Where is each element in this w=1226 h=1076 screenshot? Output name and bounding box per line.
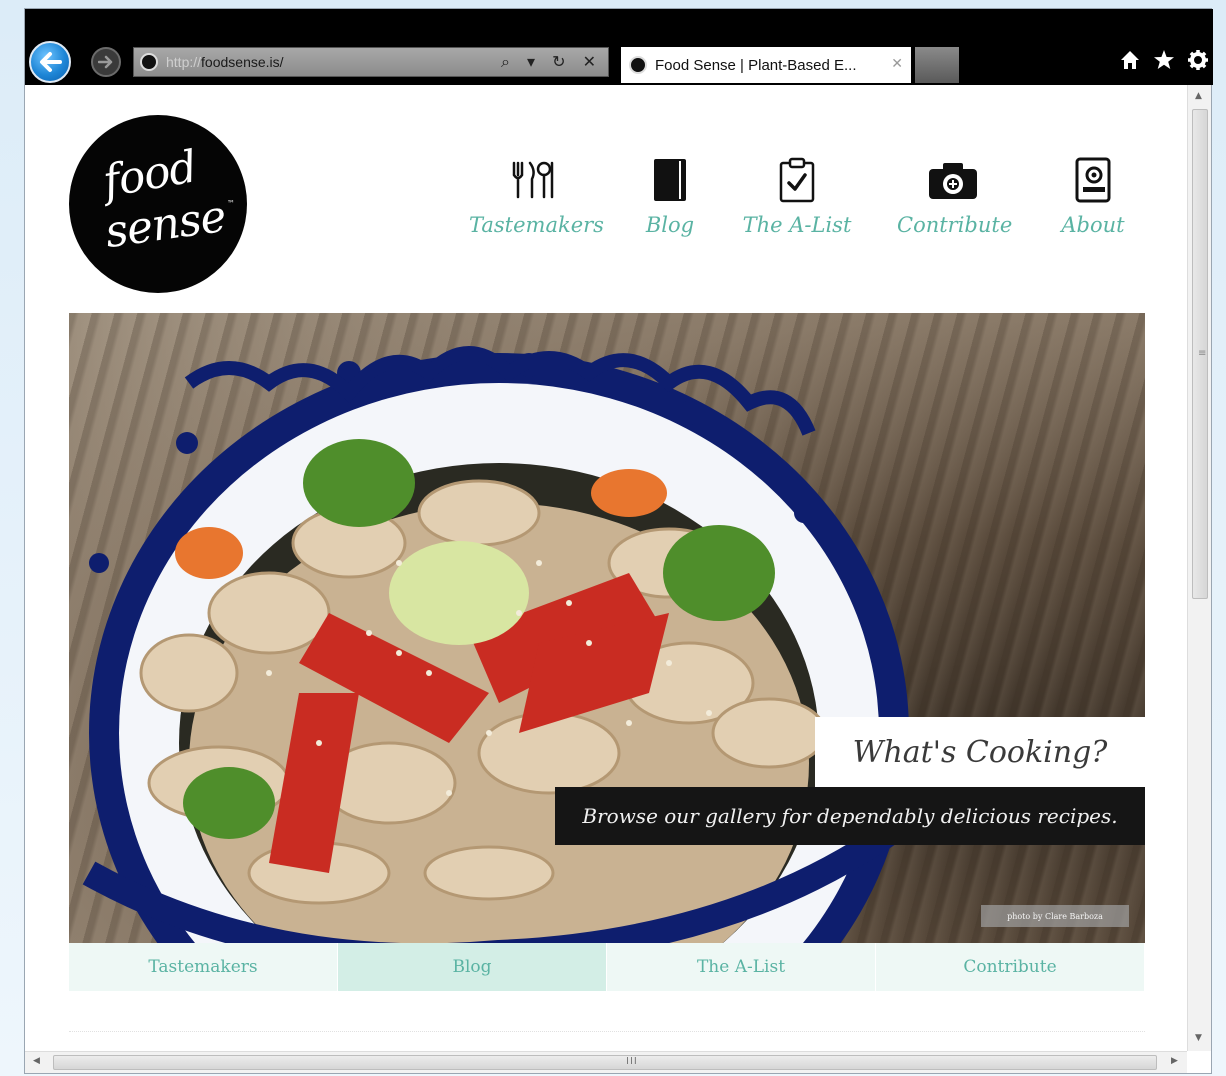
browser-window: http:// foodsense.is/ ⌕ ▾ ↻ ✕ Food Sense… [24, 8, 1213, 1074]
scroll-down-arrow-icon[interactable]: ▼ [1195, 1033, 1202, 1043]
nav-item-contribute[interactable]: Contribute [897, 157, 1013, 237]
contact-card-icon [1075, 157, 1111, 203]
hero-food-bowl-photo [82, 346, 909, 943]
vertical-scroll-thumb[interactable]: ≡ [1192, 109, 1208, 599]
tab-close-icon[interactable]: ✕ [891, 56, 903, 72]
vertical-scrollbar[interactable]: ▲ ≡ ▼ [1187, 85, 1211, 1051]
subnav-tabs: Tastemakers Blog The A-List Contribute [69, 943, 1145, 991]
tab-a-list[interactable]: The A-List [607, 943, 876, 991]
camera-icon [929, 163, 977, 199]
site-logo[interactable]: food sense ™ [69, 115, 247, 293]
hero-subtitle: Browse our gallery for dependably delici… [582, 804, 1118, 828]
home-icon[interactable] [1119, 49, 1141, 71]
tab-contribute[interactable]: Contribute [876, 943, 1145, 991]
url-host: foodsense.is/ [201, 54, 284, 70]
browser-tab-active[interactable]: Food Sense | Plant-Based E... ✕ [621, 47, 911, 83]
tab-title: Food Sense | Plant-Based E... [655, 56, 857, 74]
nav-label-about: About [1061, 213, 1125, 237]
address-bar[interactable]: http:// foodsense.is/ ⌕ ▾ ↻ ✕ [133, 47, 609, 77]
photo-credit: photo by Clare Barboza [981, 905, 1129, 927]
logo-trademark: ™ [227, 199, 235, 208]
tab-label-contribute: Contribute [963, 957, 1057, 977]
nav-label-tastemakers: Tastemakers [469, 213, 604, 237]
tab-tastemakers[interactable]: Tastemakers [69, 943, 338, 991]
book-icon [654, 159, 686, 201]
tab-label-blog: Blog [452, 957, 492, 977]
hero-caption-title: What's Cooking? [815, 717, 1145, 787]
new-tab-button[interactable] [915, 47, 959, 83]
browser-toolbar: http:// foodsense.is/ ⌕ ▾ ↻ ✕ Food Sense… [25, 9, 1213, 85]
hero-banner[interactable]: What's Cooking? Browse our gallery for d… [69, 313, 1145, 943]
scroll-left-arrow-icon[interactable]: ◀ [33, 1056, 40, 1066]
nav-item-blog[interactable]: Blog [637, 157, 703, 237]
utensils-icon [512, 161, 554, 199]
horizontal-scroll-thumb[interactable]: III [53, 1055, 1157, 1070]
nav-label-blog: Blog [645, 213, 695, 237]
tab-label-a-list: The A-List [696, 957, 786, 977]
tab-blog[interactable]: Blog [338, 943, 607, 991]
nav-item-a-list[interactable]: The A-List [739, 157, 855, 237]
nav-label-contribute: Contribute [897, 213, 1013, 237]
browser-tools [1119, 49, 1209, 71]
tab-favicon-icon [629, 56, 647, 74]
vertical-scroll-grip: ≡ [1198, 348, 1207, 359]
content-divider [69, 1031, 1145, 1032]
site-favicon-icon [140, 53, 158, 71]
horizontal-scroll-grip: III [626, 1056, 638, 1067]
horizontal-scrollbar[interactable]: ◀ III ▶ [25, 1051, 1187, 1073]
scroll-right-arrow-icon[interactable]: ▶ [1171, 1056, 1178, 1066]
hero-title: What's Cooking? [852, 734, 1108, 770]
back-button[interactable] [29, 41, 71, 83]
scroll-up-arrow-icon[interactable]: ▲ [1195, 91, 1202, 101]
arrow-left-icon [40, 52, 62, 72]
nav-item-about[interactable]: About [1055, 157, 1131, 237]
gear-icon[interactable] [1187, 49, 1209, 71]
nav-label-a-list: The A-List [742, 213, 852, 237]
tab-label-tastemakers: Tastemakers [148, 957, 258, 977]
address-bar-tools[interactable]: ⌕ ▾ ↻ ✕ [501, 52, 602, 72]
favorites-star-icon[interactable] [1153, 49, 1175, 71]
url-prefix: http:// [166, 54, 202, 70]
web-page: food sense ™ Tastemakers Blog The A-List… [25, 85, 1187, 1051]
arrow-right-icon [98, 55, 113, 69]
nav-item-tastemakers[interactable]: Tastemakers [469, 157, 604, 237]
forward-button[interactable] [91, 47, 121, 77]
clipboard-check-icon [779, 157, 815, 203]
hero-caption-subtitle: Browse our gallery for dependably delici… [555, 787, 1145, 845]
